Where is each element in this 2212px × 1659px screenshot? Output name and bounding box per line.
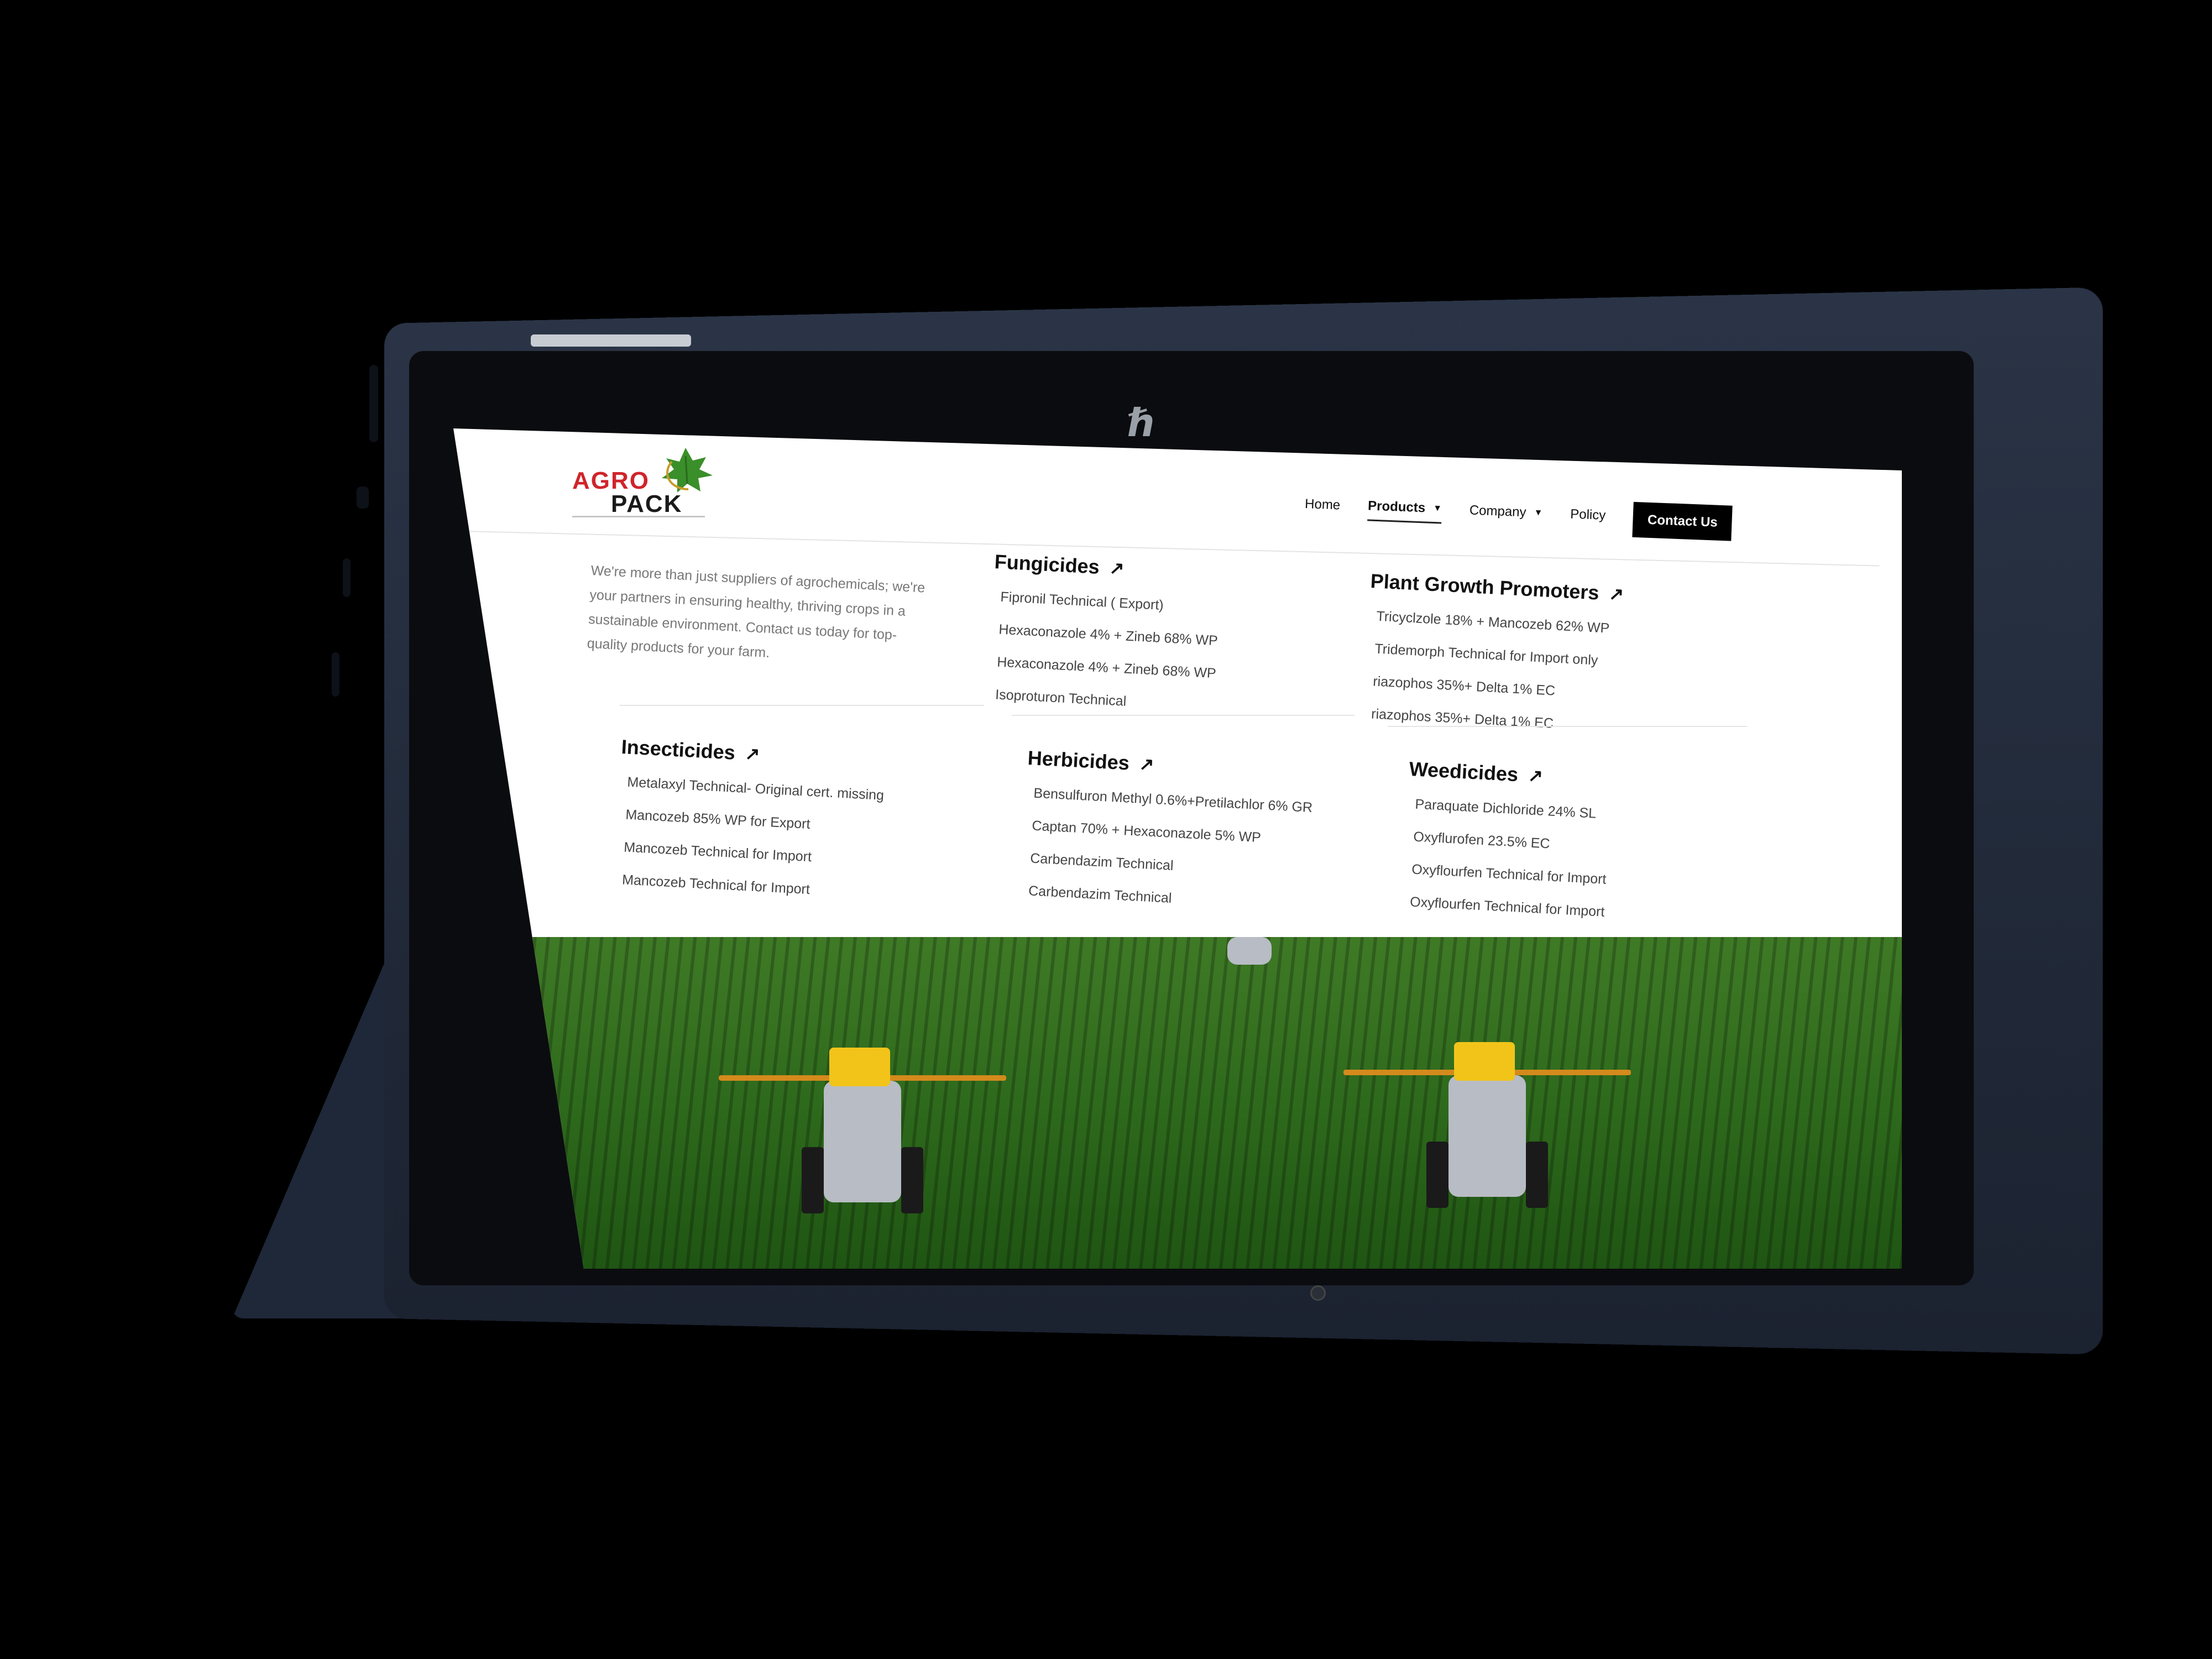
category-heading[interactable]: Insecticides ↗ — [621, 735, 964, 776]
nav-home[interactable]: Home — [1304, 496, 1340, 519]
category-heading[interactable]: Herbicides ↗ — [1027, 746, 1371, 787]
side-port — [332, 652, 339, 697]
hinge — [531, 334, 691, 347]
product-link[interactable]: riazophos 35%+ Delta 1% EC — [1371, 706, 1707, 740]
hero-field-image — [453, 937, 1902, 1269]
product-link[interactable]: riazophos 35%+ Delta 1% EC — [1373, 673, 1708, 707]
chevron-down-icon: ▼ — [1534, 508, 1543, 519]
product-link[interactable]: Tricyclzole 18% + Mancozeb 62% WP — [1376, 609, 1712, 642]
contact-us-button[interactable]: Contact Us — [1633, 502, 1733, 541]
logo-text-pack: PACK — [611, 490, 682, 518]
sprayer-cab — [1454, 1042, 1515, 1081]
product-link[interactable]: Captan 70% + Hexaconazole 5% WP — [1032, 818, 1367, 852]
side-port — [343, 558, 351, 597]
category-herbicides: Herbicides ↗ Bensulfuron Methyl 0.6%+Pre… — [1019, 746, 1371, 933]
hp-logo-icon: ℏ — [1122, 398, 1161, 448]
chevron-down-icon: ▼ — [1433, 503, 1442, 514]
product-link[interactable]: Mancozeb Technical for Import — [624, 839, 959, 873]
sprayer-tank — [824, 1081, 901, 1202]
sprayer-tank — [1448, 1075, 1526, 1197]
arrow-up-right-icon: ↗ — [1139, 755, 1154, 773]
side-port — [369, 365, 378, 442]
main-nav: Home Products ▼ Company ▼ Policy Contact… — [1304, 489, 1733, 541]
crop-sprayer-image — [1343, 1031, 1631, 1219]
browser-viewport: AGRO PACK Home Products ▼ Company ▼ Poli… — [453, 428, 1902, 1269]
section-divider — [1012, 715, 1355, 716]
nav-policy-label: Policy — [1570, 506, 1606, 523]
arrow-up-right-icon: ↗ — [1109, 559, 1125, 577]
category-title: Insecticides — [621, 735, 736, 765]
product-link[interactable]: Carbendazim Technical — [1028, 883, 1364, 917]
product-link[interactable]: Mancozeb Technical for Import — [622, 872, 958, 906]
sprayer-wheel — [1526, 1142, 1548, 1208]
site-logo[interactable]: AGRO PACK — [572, 445, 716, 517]
nav-policy[interactable]: Policy — [1570, 506, 1606, 528]
product-link[interactable]: Metalaxyl Technical- Original cert. miss… — [627, 774, 963, 808]
sprayer-tank — [1227, 937, 1272, 965]
category-plant-growth-promoters: Plant Growth Promoters ↗ Tricyclzole 18%… — [1362, 569, 1713, 756]
sprayer-wheel — [1426, 1142, 1448, 1208]
section-divider — [1388, 726, 1747, 727]
product-link[interactable]: Carbendazim Technical — [1030, 850, 1366, 884]
intro-text: We're more than just suppliers of agroch… — [587, 558, 934, 673]
product-link[interactable]: Mancozeb 85% WP for Export — [625, 807, 961, 841]
nav-products-label: Products — [1368, 498, 1426, 516]
nav-company[interactable]: Company ▼ — [1469, 503, 1543, 526]
product-link[interactable]: Fipronil Technical ( Export) — [1000, 589, 1336, 623]
logo-underline — [572, 516, 705, 517]
webcam-icon — [1310, 1285, 1326, 1301]
products-mega-menu: We're more than just suppliers of agroch… — [453, 539, 1902, 826]
category-title: Herbicides — [1027, 746, 1130, 775]
sprayer-wheel — [901, 1147, 923, 1213]
sprayer-cab — [829, 1048, 890, 1086]
crop-sprayer-image — [719, 1037, 1006, 1224]
arrow-up-right-icon: ↗ — [745, 745, 760, 763]
category-heading[interactable]: Fungicides ↗ — [994, 550, 1337, 591]
nav-company-label: Company — [1469, 503, 1526, 520]
product-link[interactable]: Hexaconazole 4% + Zineb 68% WP — [998, 622, 1334, 656]
side-port — [357, 486, 369, 509]
product-link[interactable]: Hexaconazole 4% + Zineb 68% WP — [997, 654, 1332, 688]
product-link[interactable]: Oxyflurofen 23.5% EC — [1413, 829, 1749, 863]
category-insecticides: Insecticides ↗ Metalaxyl Technical- Orig… — [613, 735, 964, 922]
product-link[interactable]: Tridemorph Technical for Import only — [1374, 641, 1710, 675]
category-title: Plant Growth Promoters — [1370, 569, 1600, 605]
arrow-up-right-icon: ↗ — [1609, 585, 1624, 603]
category-title: Fungicides — [994, 550, 1100, 579]
leaf-icon — [655, 445, 716, 495]
nav-products[interactable]: Products ▼ — [1367, 498, 1442, 524]
sprayer-wheel — [802, 1147, 824, 1213]
category-heading[interactable]: Weedicides ↗ — [1409, 757, 1752, 798]
nav-home-label: Home — [1305, 496, 1341, 513]
product-link[interactable]: Bensulfuron Methyl 0.6%+Pretilachlor 6% … — [1033, 786, 1369, 819]
category-fungicides: Fungicides ↗ Fipronil Technical ( Export… — [986, 550, 1337, 737]
product-link[interactable]: Oxyflourfen Technical for Import — [1411, 861, 1747, 895]
category-heading[interactable]: Plant Growth Promoters ↗ — [1370, 569, 1713, 610]
product-link[interactable]: Oxyflourfen Technical for Import — [1410, 894, 1745, 928]
category-weedicides: Weedicides ↗ Paraquate Dichloride 24% SL… — [1401, 757, 1752, 944]
section-divider — [619, 705, 984, 706]
crop-sprayer-image — [1211, 937, 1288, 970]
product-link[interactable]: Paraquate Dichloride 24% SL — [1415, 797, 1750, 830]
category-title: Weedicides — [1409, 757, 1519, 786]
arrow-up-right-icon: ↗ — [1528, 766, 1543, 784]
